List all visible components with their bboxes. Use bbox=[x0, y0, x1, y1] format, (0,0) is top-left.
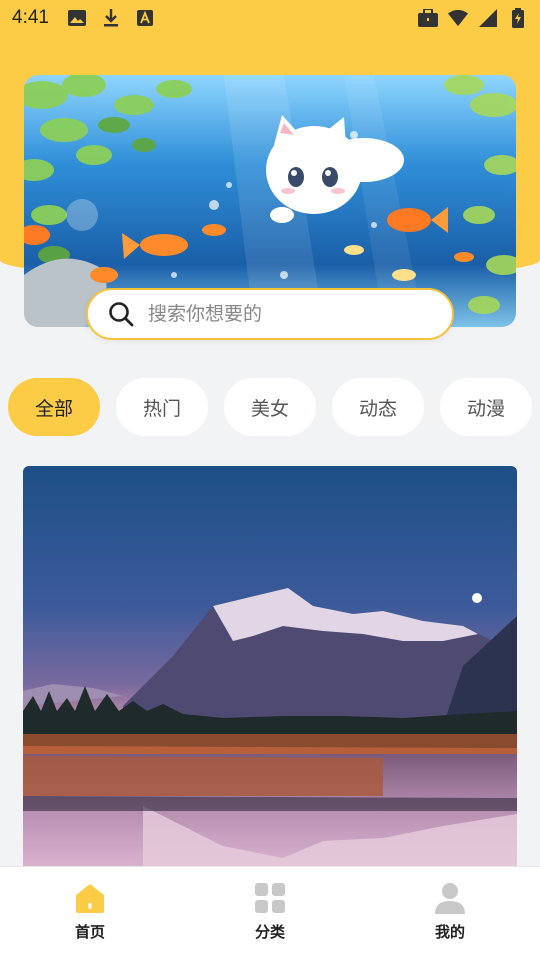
category-tab-hot[interactable]: 热门 bbox=[116, 378, 208, 436]
wallpaper-card[interactable] bbox=[23, 466, 517, 866]
briefcase-icon bbox=[418, 8, 438, 28]
a-box-icon bbox=[135, 8, 155, 28]
download-icon bbox=[101, 8, 121, 28]
battery-icon bbox=[508, 8, 528, 28]
status-time: 4:41 bbox=[12, 7, 49, 28]
nav-category-label: 分类 bbox=[254, 923, 285, 941]
nav-profile[interactable]: 我的 bbox=[360, 867, 540, 960]
search-bar[interactable] bbox=[86, 288, 454, 340]
nav-home-label: 首页 bbox=[74, 923, 105, 941]
search-input[interactable] bbox=[148, 303, 408, 325]
image-icon bbox=[67, 8, 87, 28]
home-icon bbox=[76, 884, 104, 913]
grid-icon bbox=[255, 883, 285, 913]
category-tabs: 全部 热门 美女 动态 动漫 bbox=[8, 378, 532, 436]
search-icon bbox=[109, 302, 134, 327]
nav-home[interactable]: 首页 bbox=[0, 867, 180, 960]
nav-category[interactable]: 分类 bbox=[180, 867, 360, 960]
status-bar: 4:41 bbox=[0, 0, 540, 36]
bottom-nav: 首页 分类 我的 bbox=[0, 866, 540, 960]
category-tab-anime[interactable]: 动漫 bbox=[440, 378, 532, 436]
wifi-icon bbox=[448, 8, 468, 28]
signal-icon bbox=[478, 8, 498, 28]
category-tab-all[interactable]: 全部 bbox=[8, 378, 100, 436]
nav-profile-label: 我的 bbox=[434, 923, 465, 941]
category-tab-dynamic[interactable]: 动态 bbox=[332, 378, 424, 436]
category-tab-beauty[interactable]: 美女 bbox=[224, 378, 316, 436]
user-icon bbox=[435, 883, 465, 914]
